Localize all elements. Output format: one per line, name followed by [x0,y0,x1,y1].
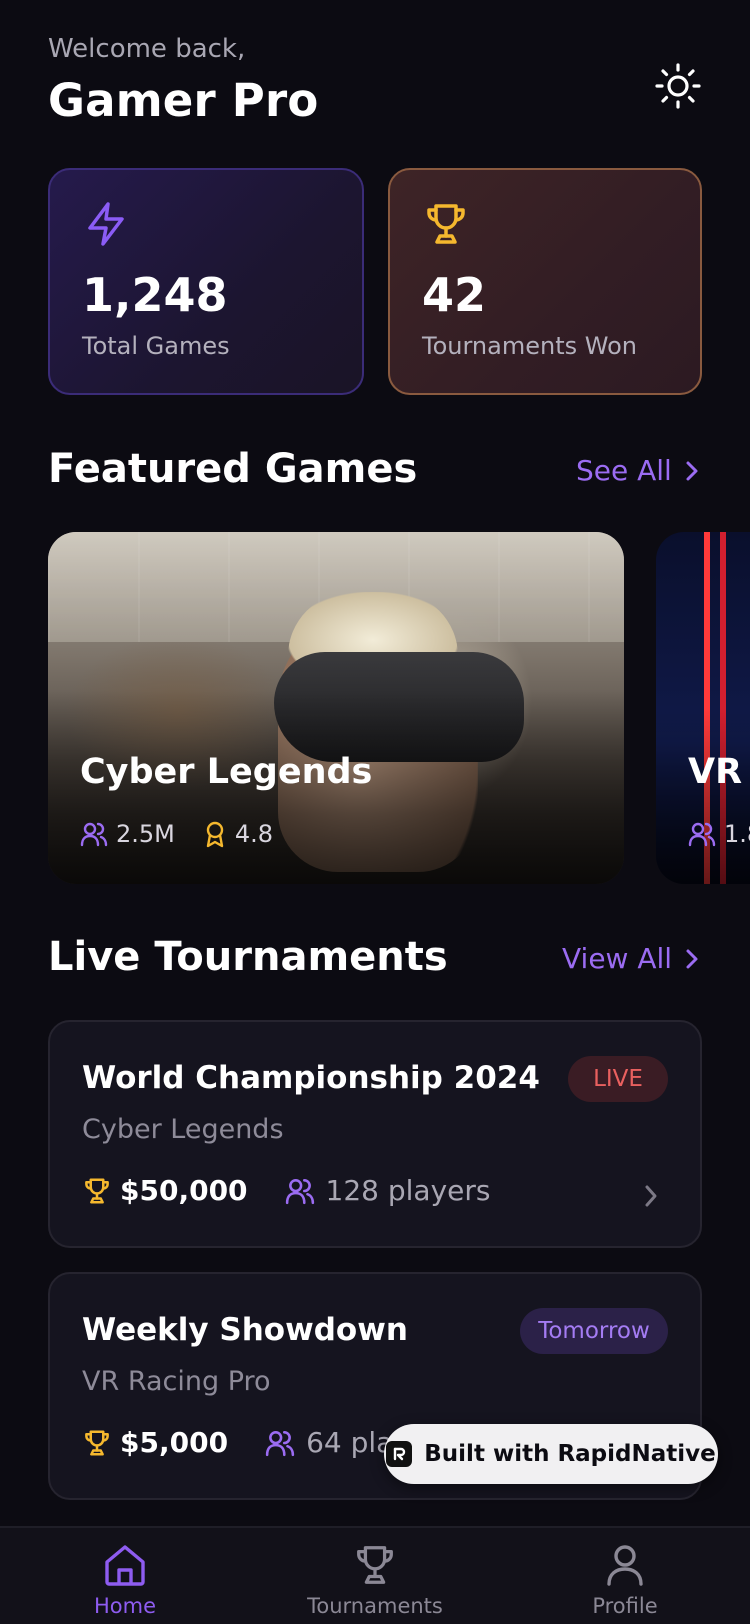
nav-item-profile[interactable]: Profile [535,1542,715,1618]
game-title: Cyber Legends [80,752,373,792]
status-badge: Tomorrow [520,1308,668,1354]
stat-value: 42 [422,268,487,322]
trophy-icon [357,1546,393,1584]
tournament-prize: $50,000 [120,1174,248,1207]
game-rating: 4.8 [234,820,274,848]
users-icon [265,1430,295,1456]
tournament-card[interactable]: World Championship 2024 LIVE Cyber Legen… [48,1020,702,1248]
featured-games-title: Featured Games [48,446,418,492]
stat-label: Tournaments Won [422,332,637,360]
view-all-label: View All [562,942,673,975]
nav-label: Profile [592,1594,658,1618]
welcome-text: Welcome back, [48,34,246,64]
live-tournaments-title: Live Tournaments [48,934,448,980]
tournament-name: Weekly Showdown [82,1312,408,1348]
game-title: VR R [688,752,750,792]
bottom-nav: Home Tournaments Profile [0,1526,750,1624]
game-players: 1.8 [724,820,750,848]
stat-card-tournaments-won: 42 Tournaments Won [388,168,702,395]
featured-game-card[interactable]: VR R 1.8 [656,532,750,884]
game-meta: 1.8 [688,820,750,848]
nav-label: Home [93,1594,156,1618]
lightning-icon [88,202,124,246]
nav-item-home[interactable]: Home [35,1542,215,1618]
stat-label: Total Games [82,332,230,360]
theme-toggle-button[interactable] [650,58,706,114]
tournament-prize: $5,000 [120,1426,229,1459]
chevron-right-icon [645,1185,657,1207]
game-meta: 2.5M 4.8 [80,820,301,848]
trophy-icon [427,204,465,244]
users-icon [688,822,716,847]
nav-item-tournaments[interactable]: Tournaments [285,1542,465,1618]
home-icon [105,1545,145,1586]
built-with-badge[interactable]: Built with RapidNative [384,1424,718,1484]
status-badge: LIVE [568,1056,668,1102]
stat-value: 1,248 [82,268,228,322]
tournament-game: VR Racing Pro [82,1366,271,1397]
tournament-game: Cyber Legends [82,1114,284,1145]
users-icon [285,1178,314,1204]
user-name: Gamer Pro [48,74,319,127]
nav-label: Tournaments [307,1594,443,1618]
tournament-players: 128 players [325,1174,491,1207]
chevron-right-icon [686,461,698,480]
tournament-name: World Championship 2024 [82,1060,540,1096]
rapidnative-logo-icon [386,1441,413,1467]
user-icon [607,1545,643,1586]
game-players: 2.5M [116,820,175,848]
chevron-right-icon [686,949,698,968]
users-icon [80,822,108,847]
sun-icon [655,63,701,109]
view-all-link[interactable]: View All [562,942,700,975]
featured-game-card[interactable]: Cyber Legends 2.5M 4.8 [48,532,624,884]
see-all-link[interactable]: See All [576,454,700,487]
tournament-meta: $50,000 128 players [82,1174,490,1207]
built-with-label: Built with RapidNative [424,1441,716,1467]
award-icon [206,821,224,848]
trophy-icon [85,1178,109,1203]
see-all-label: See All [576,454,672,487]
trophy-icon [85,1430,109,1455]
stat-card-total-games: 1,248 Total Games [48,168,364,395]
